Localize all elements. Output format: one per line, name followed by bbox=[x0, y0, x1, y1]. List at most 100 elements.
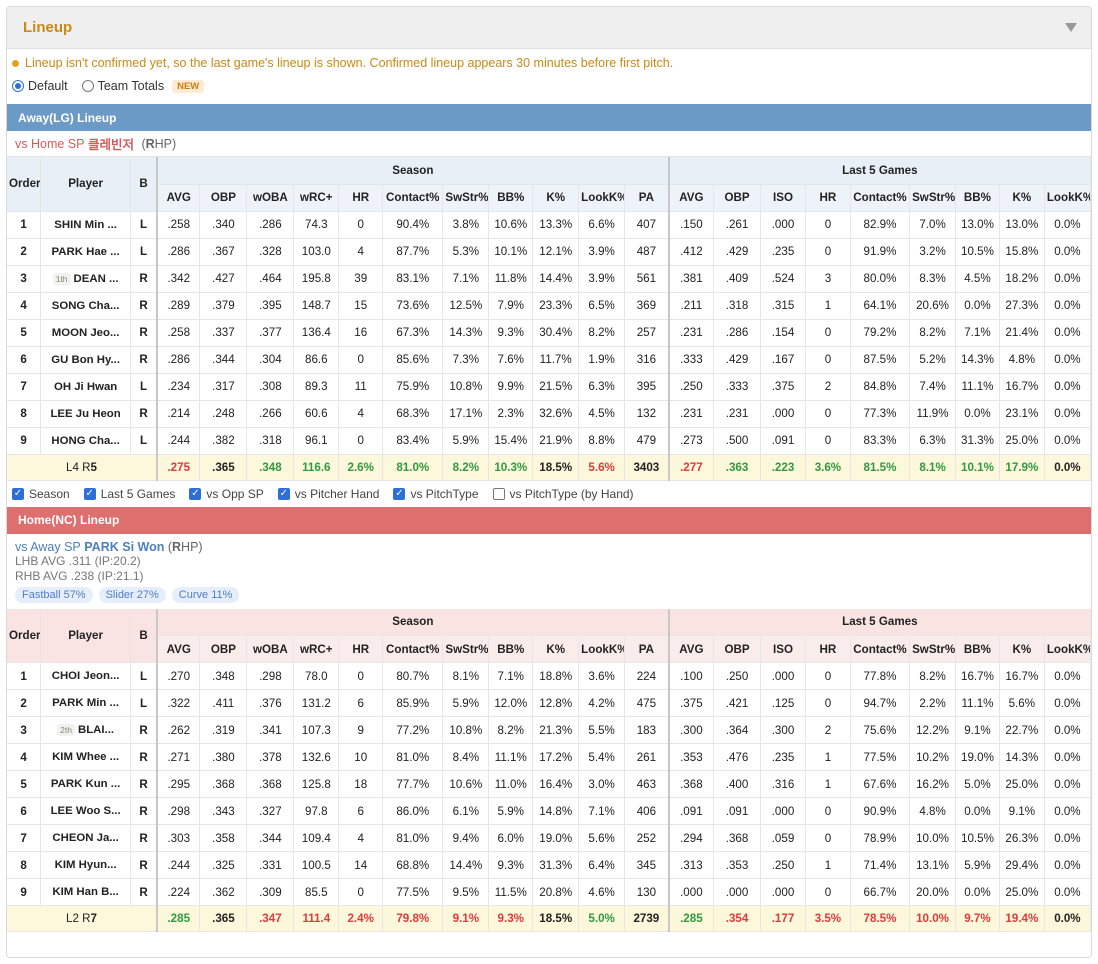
table-row[interactable]: 6 GU Bon Hy... R .286.344.304 86.6 0 85.6% 7.3%… bbox=[7, 346, 1091, 374]
table-row[interactable]: 9 KIM Han B... R .224.362.309 85.5 0 77.5% 9.5%… bbox=[7, 878, 1091, 906]
col-last5-swstr[interactable]: SwStr% bbox=[909, 635, 957, 663]
checkbox-icon[interactable] bbox=[492, 487, 505, 500]
player-name[interactable]: KIM Han B... bbox=[40, 878, 132, 906]
col-last5-contact[interactable]: Contact% bbox=[850, 184, 911, 212]
table-row[interactable]: 8 KIM Hyun... R .244.325.331 100.5 14 68.8% 14.… bbox=[7, 851, 1091, 879]
col-last5-avg[interactable]: AVG bbox=[667, 184, 715, 212]
table-row[interactable]: 2 PARK Min ... L .322.411.376 131.2 6 85.9% 5.9… bbox=[7, 689, 1091, 717]
col-season-avg[interactable]: AVG bbox=[156, 184, 201, 212]
col-last5-iso[interactable]: ISO bbox=[760, 635, 806, 663]
col-player[interactable]: Player bbox=[40, 608, 132, 663]
radio-default-icon[interactable] bbox=[12, 80, 24, 92]
col-order[interactable]: Order bbox=[7, 608, 42, 663]
col-season-contact[interactable]: Contact% bbox=[382, 635, 444, 663]
col-season-lookk[interactable]: LookK% bbox=[578, 184, 626, 212]
col-season-wrc[interactable]: wRC+ bbox=[293, 184, 340, 212]
radio-team-totals[interactable]: Team Totals bbox=[81, 79, 164, 93]
col-bats[interactable]: B bbox=[130, 157, 158, 212]
checkbox-icon[interactable]: ✓ bbox=[393, 487, 406, 500]
col-season-obp[interactable]: OBP bbox=[199, 184, 248, 212]
filter-vs-pitchtype[interactable]: ✓ vs PitchType bbox=[393, 487, 479, 501]
table-row[interactable]: 6 LEE Woo S... R .298.343.327 97.8 6 86.0% 6.1%… bbox=[7, 797, 1091, 825]
radio-default[interactable]: Default bbox=[12, 79, 68, 93]
col-season-woba[interactable]: wOBA bbox=[246, 184, 295, 212]
player-name[interactable]: KIM Hyun... bbox=[40, 851, 132, 879]
table-row[interactable]: 9 HONG Cha... L .244.382.318 96.1 0 83.4% 5.9% 1… bbox=[7, 427, 1091, 455]
col-season-swstr[interactable]: SwStr% bbox=[442, 635, 490, 663]
col-last5-bb[interactable]: BB% bbox=[955, 184, 1000, 212]
table-row[interactable]: 4 SONG Cha... R .289.379.395 148.7 15 73.6% 12.… bbox=[7, 292, 1091, 320]
col-season-pa[interactable]: PA bbox=[624, 635, 670, 663]
table-row[interactable]: 2 PARK Hae ... L .286.367.328 103.0 4 87.7% 5.3… bbox=[7, 238, 1091, 266]
filter-vs-opp-sp[interactable]: ✓ vs Opp SP bbox=[189, 487, 264, 501]
col-last5-iso[interactable]: ISO bbox=[760, 184, 806, 212]
collapse-caret-icon[interactable] bbox=[1065, 23, 1077, 32]
player-name[interactable]: OH Ji Hwan bbox=[40, 373, 132, 401]
col-last5-hr[interactable]: HR bbox=[805, 635, 851, 663]
filter-season[interactable]: ✓ Season bbox=[12, 487, 70, 501]
player-name[interactable]: LEE Ju Heon bbox=[40, 400, 132, 428]
col-last5-hr[interactable]: HR bbox=[805, 184, 851, 212]
player-name[interactable]: SHIN Min ... bbox=[40, 211, 132, 239]
player-name[interactable]: MOON Jeo... bbox=[40, 319, 132, 347]
col-season-swstr[interactable]: SwStr% bbox=[442, 184, 490, 212]
col-season-k[interactable]: K% bbox=[532, 635, 580, 663]
col-season-wrc[interactable]: wRC+ bbox=[293, 635, 340, 663]
col-season-woba[interactable]: wOBA bbox=[246, 635, 295, 663]
table-row[interactable]: 1 SHIN Min ... L .258.340.286 74.3 0 90.4% 3.8%… bbox=[7, 211, 1091, 239]
player-name[interactable]: CHEON Ja... bbox=[40, 824, 132, 852]
table-row[interactable]: 4 KIM Whee ... R .271.380.378 132.6 10 81.0% 8.… bbox=[7, 743, 1091, 771]
col-season-lookk[interactable]: LookK% bbox=[578, 635, 626, 663]
player-name[interactable]: PARK Hae ... bbox=[40, 238, 132, 266]
col-last5-k[interactable]: K% bbox=[999, 635, 1045, 663]
checkbox-icon[interactable]: ✓ bbox=[277, 487, 290, 500]
col-bats[interactable]: B bbox=[130, 608, 158, 663]
col-last5-k[interactable]: K% bbox=[999, 184, 1045, 212]
table-row[interactable]: 3 2th BLAI... R .262.319.341 107.3 9 77.2% 10.8%… bbox=[7, 716, 1091, 744]
table-row[interactable]: 1 CHOI Jeon... L .270.348.298 78.0 0 80.7% 8.1%… bbox=[7, 662, 1091, 690]
player-name[interactable]: 2th BLAI... bbox=[40, 716, 132, 744]
col-season-contact[interactable]: Contact% bbox=[382, 184, 444, 212]
player-name[interactable]: 1th DEAN ... bbox=[40, 265, 132, 293]
player-name[interactable]: HONG Cha... bbox=[40, 427, 132, 455]
col-season-avg[interactable]: AVG bbox=[156, 635, 201, 663]
checkbox-icon[interactable]: ✓ bbox=[83, 487, 96, 500]
table-row[interactable]: 7 CHEON Ja... R .303.358.344 109.4 4 81.0% 9.4%… bbox=[7, 824, 1091, 852]
col-last5-avg[interactable]: AVG bbox=[667, 635, 715, 663]
col-order[interactable]: Order bbox=[7, 157, 42, 212]
table-row[interactable]: 5 MOON Jeo... R .258.337.377 136.4 16 67.3% 14.… bbox=[7, 319, 1091, 347]
table-row[interactable]: 7 OH Ji Hwan L .234.317.308 89.3 11 75.9% 10.8%… bbox=[7, 373, 1091, 401]
player-name[interactable]: PARK Min ... bbox=[40, 689, 132, 717]
radio-team-totals-icon[interactable] bbox=[81, 80, 94, 92]
player-name[interactable]: GU Bon Hy... bbox=[40, 346, 132, 374]
table-row[interactable]: 3 1th DEAN ... R .342.427.464 195.8 39 83.1% 7.1… bbox=[7, 265, 1091, 293]
filter-last-5-games[interactable]: ✓ Last 5 Games bbox=[83, 487, 175, 501]
table-row[interactable]: 5 PARK Kun ... R .295.368.368 125.8 18 77.7% 10… bbox=[7, 770, 1091, 798]
col-last5-lookk[interactable]: LookK% bbox=[1044, 635, 1091, 663]
filter-vs-pitchtype-by-hand[interactable]: vs PitchType (by Hand) bbox=[492, 487, 634, 501]
home-opp-sp-name[interactable]: PARK Si Won bbox=[84, 540, 164, 554]
away-opp-sp-name[interactable]: 클레빈저 bbox=[88, 134, 134, 153]
col-season-hr[interactable]: HR bbox=[338, 184, 384, 212]
col-season-hr[interactable]: HR bbox=[338, 635, 384, 663]
col-last5-lookk[interactable]: LookK% bbox=[1044, 184, 1091, 212]
col-season-obp[interactable]: OBP bbox=[199, 635, 248, 663]
filter-vs-pitcher-hand[interactable]: ✓ vs Pitcher Hand bbox=[277, 487, 379, 501]
col-last5-contact[interactable]: Contact% bbox=[850, 635, 911, 663]
col-season-bb[interactable]: BB% bbox=[488, 184, 534, 212]
player-name[interactable]: LEE Woo S... bbox=[40, 797, 132, 825]
player-name[interactable]: PARK Kun ... bbox=[40, 770, 132, 798]
player-name[interactable]: KIM Whee ... bbox=[40, 743, 132, 771]
player-name[interactable]: SONG Cha... bbox=[40, 292, 132, 320]
panel-header[interactable]: Lineup bbox=[7, 7, 1091, 49]
col-last5-obp[interactable]: OBP bbox=[713, 184, 762, 212]
table-row[interactable]: 8 LEE Ju Heon R .214.248.266 60.6 4 68.3% 17.1%… bbox=[7, 400, 1091, 428]
col-season-bb[interactable]: BB% bbox=[488, 635, 534, 663]
col-last5-obp[interactable]: OBP bbox=[713, 635, 762, 663]
checkbox-icon[interactable]: ✓ bbox=[12, 487, 24, 500]
col-last5-bb[interactable]: BB% bbox=[955, 635, 1000, 663]
col-season-pa[interactable]: PA bbox=[624, 184, 670, 212]
col-last5-swstr[interactable]: SwStr% bbox=[909, 184, 957, 212]
player-name[interactable]: CHOI Jeon... bbox=[40, 662, 132, 690]
col-season-k[interactable]: K% bbox=[532, 184, 580, 212]
